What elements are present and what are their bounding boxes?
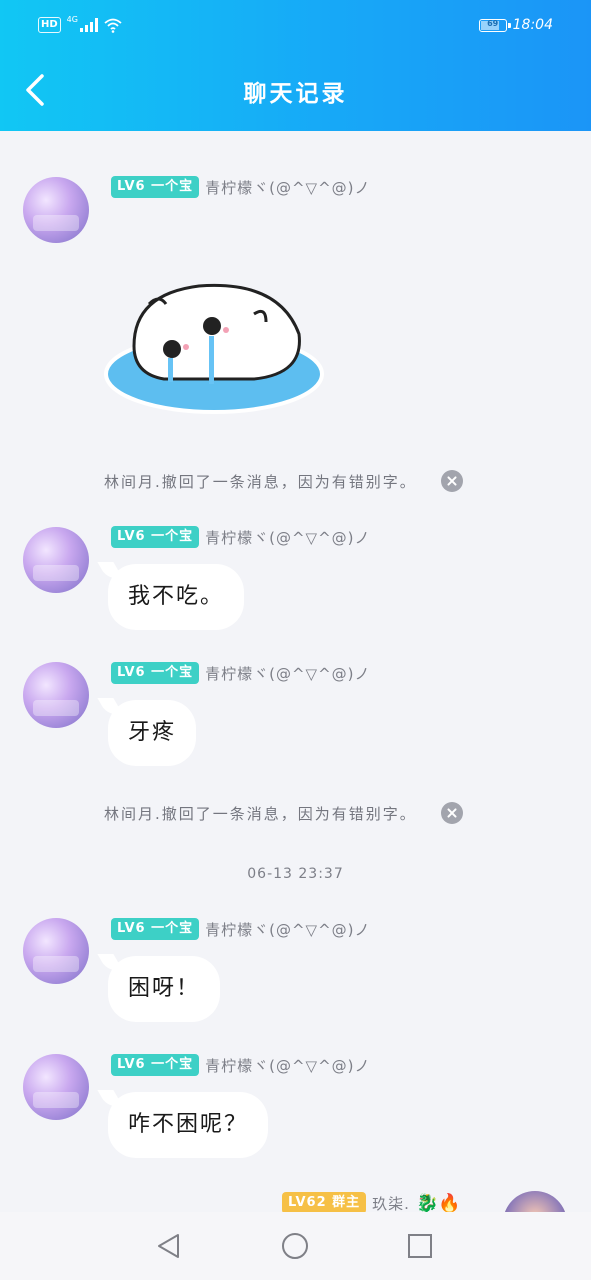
message-meta: LV6 一个宝 青柠檬ヾ(@^▽^@)ノ xyxy=(111,526,371,548)
level-badge: LV6 一个宝 xyxy=(111,1054,200,1076)
battery-icon: 69 xyxy=(478,18,511,32)
status-bar-right: 69 18:04 xyxy=(478,14,553,36)
sender-name[interactable]: 青柠檬ヾ(@^▽^@)ノ xyxy=(205,663,370,684)
message-meta: LV6 一个宝 青柠檬ヾ(@^▽^@)ノ xyxy=(111,918,371,940)
avatar[interactable] xyxy=(23,527,89,593)
header-bar: HD 4G 69 18:04 聊天记录 xyxy=(0,0,591,131)
message-meta-owner: LV62 群主 玖柒. 🐉🔥 xyxy=(282,1192,461,1214)
hd-indicator: HD xyxy=(38,17,61,33)
avatar[interactable] xyxy=(23,918,89,984)
recall-text: 林间月.撤回了一条消息，因为有错别字。 xyxy=(104,472,417,491)
crying-sticker-image[interactable] xyxy=(104,274,326,416)
message-bubble[interactable]: 咋不困呢？ xyxy=(108,1092,269,1158)
recall-notice: 林间月.撤回了一条消息，因为有错别字。 xyxy=(104,802,463,824)
sender-name[interactable]: 玖柒. xyxy=(372,1193,410,1214)
wifi-icon xyxy=(104,18,122,33)
close-circle-icon[interactable] xyxy=(440,470,463,492)
circle-home-icon[interactable] xyxy=(280,1231,310,1261)
status-bar-left: HD 4G xyxy=(38,14,122,36)
avatar[interactable] xyxy=(23,662,89,728)
owner-badge: LV62 群主 xyxy=(282,1192,367,1214)
page-title: 聊天记录 xyxy=(243,81,348,107)
recall-text: 林间月.撤回了一条消息，因为有错别字。 xyxy=(104,804,417,823)
sender-name[interactable]: 青柠檬ヾ(@^▽^@)ノ xyxy=(205,1055,370,1076)
dragon-fire-emoji: 🐉🔥 xyxy=(415,1192,461,1214)
message-bubble[interactable]: 牙疼 xyxy=(108,700,197,766)
message-meta: LV6 一个宝 青柠檬ヾ(@^▽^@)ノ xyxy=(111,176,371,198)
close-circle-icon[interactable] xyxy=(440,802,463,824)
message-bubble[interactable]: 我不吃。 xyxy=(108,564,245,630)
sender-name[interactable]: 青柠檬ヾ(@^▽^@)ノ xyxy=(205,919,370,940)
signal-icon xyxy=(79,18,98,32)
status-time: 18:04 xyxy=(512,17,553,33)
level-badge: LV6 一个宝 xyxy=(111,918,200,940)
system-nav-bar xyxy=(0,1212,591,1280)
recall-notice: 林间月.撤回了一条消息，因为有错别字。 xyxy=(104,470,463,492)
avatar[interactable] xyxy=(23,1054,89,1120)
level-badge: LV6 一个宝 xyxy=(111,662,200,684)
message-meta: LV6 一个宝 青柠檬ヾ(@^▽^@)ノ xyxy=(111,662,371,684)
battery-percent: 69 xyxy=(487,18,499,28)
triangle-back-icon[interactable] xyxy=(154,1231,184,1261)
level-badge: LV6 一个宝 xyxy=(111,526,200,548)
level-badge: LV6 一个宝 xyxy=(111,176,200,198)
message-bubble[interactable]: 困呀！ xyxy=(108,956,221,1022)
message-meta: LV6 一个宝 青柠檬ヾ(@^▽^@)ノ xyxy=(111,1054,371,1076)
timestamp: 06-13 23:37 xyxy=(247,866,344,882)
network-type: 4G xyxy=(66,14,78,24)
sender-name[interactable]: 青柠檬ヾ(@^▽^@)ノ xyxy=(205,177,370,198)
sender-name[interactable]: 青柠檬ヾ(@^▽^@)ノ xyxy=(205,527,370,548)
avatar[interactable] xyxy=(23,177,89,243)
square-recent-icon[interactable] xyxy=(405,1231,435,1261)
